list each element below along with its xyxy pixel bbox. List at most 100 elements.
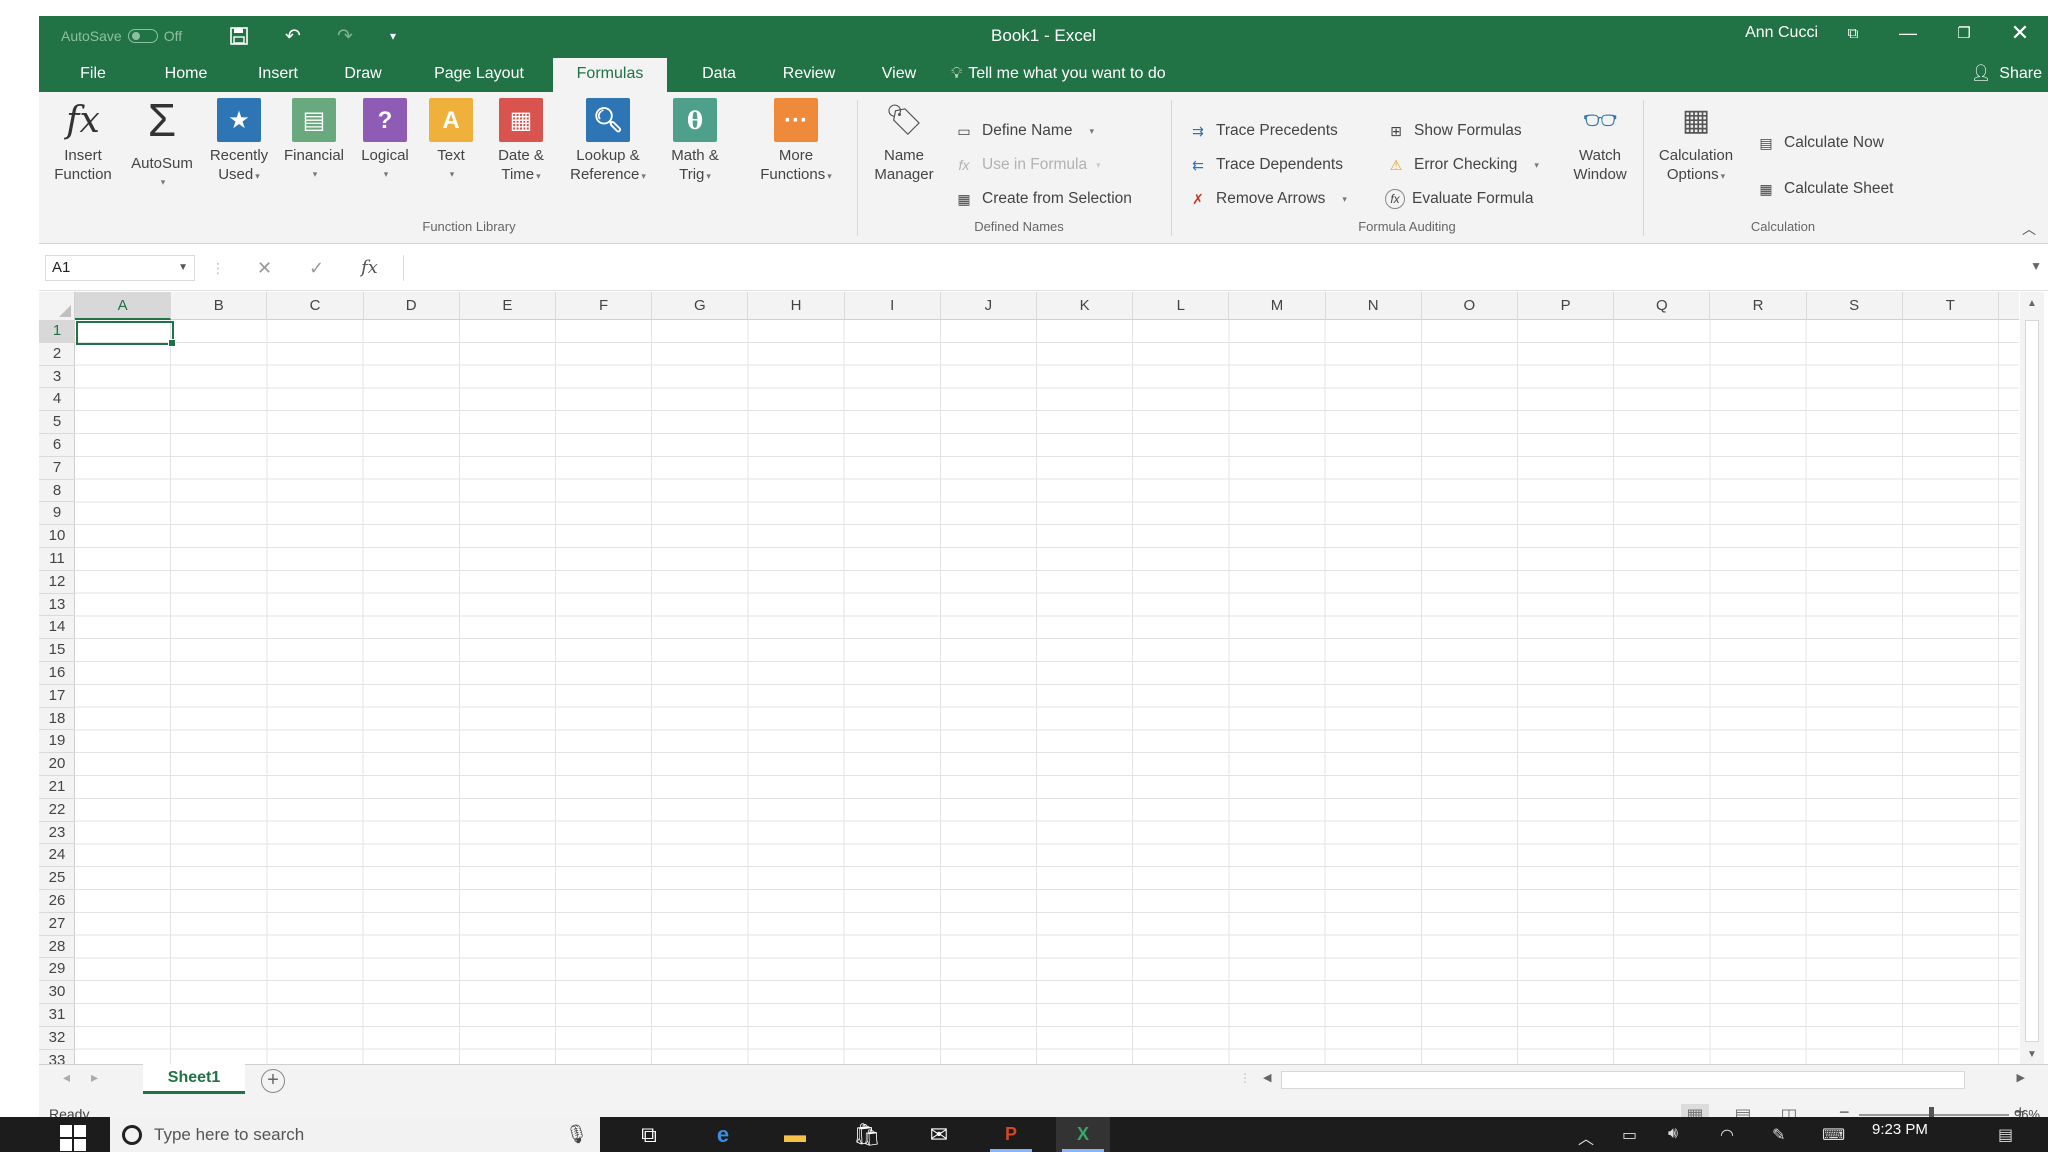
edge-icon[interactable]: e (696, 1117, 750, 1152)
column-header[interactable]: J (941, 292, 1037, 320)
column-header[interactable]: N (1326, 292, 1422, 320)
insert-function-fx-icon[interactable]: fx (361, 255, 378, 281)
scroll-down-icon[interactable]: ▼ (2020, 1049, 2044, 1060)
recently-used-button[interactable]: ★ Recently Used ▾ (201, 98, 277, 186)
autosum-button[interactable]: Σ AutoSum ▾ (123, 97, 201, 192)
trace-dependents-button[interactable]: ⇇ Trace Dependents (1187, 152, 1343, 178)
define-name-button[interactable]: ▭ Define Name ▾ (953, 118, 1094, 144)
row-header[interactable]: 2 (39, 343, 75, 366)
row-header[interactable]: 31 (39, 1004, 75, 1027)
column-header[interactable]: A (75, 292, 172, 320)
row-header[interactable]: 4 (39, 388, 75, 412)
wifi-icon[interactable]: ◠ (1720, 1125, 1734, 1145)
column-header[interactable]: O (1422, 292, 1518, 320)
row-header[interactable]: 14 (39, 616, 75, 640)
tell-me-search[interactable]: 💡︎ Tell me what you want to do (951, 56, 1166, 92)
row-header[interactable]: 12 (39, 571, 75, 594)
cells-area[interactable] (75, 320, 2019, 1064)
zoom-slider[interactable] (1859, 1107, 2009, 1123)
taskbar-clock[interactable]: 9:23 PM (1872, 1121, 1928, 1138)
row-header[interactable]: 1 (39, 320, 75, 343)
user-name[interactable]: Ann Cucci (1745, 16, 1818, 56)
horizontal-scroll-thumb[interactable] (1281, 1071, 1965, 1089)
calculation-options-button[interactable]: ▦ Calculation Options ▾ (1649, 98, 1743, 186)
calculate-sheet-button[interactable]: ▦ Calculate Sheet (1755, 176, 1893, 202)
name-manager-button[interactable]: 🏷︎ Name Manager (863, 98, 945, 184)
column-header[interactable]: E (460, 292, 556, 320)
tab-formulas[interactable]: Formulas (553, 58, 667, 92)
row-header[interactable]: 6 (39, 434, 75, 457)
ribbon-display-options-icon[interactable]: ⧉ (1825, 16, 1881, 50)
math-trig-button[interactable]: θ Math & Trig ▾ (657, 98, 733, 186)
create-from-selection-button[interactable]: ▦ Create from Selection (953, 186, 1132, 212)
logical-button[interactable]: ? Logical ▾ (353, 98, 417, 184)
lookup-reference-button[interactable]: 🔍︎ Lookup & Reference ▾ (559, 98, 657, 186)
powerpoint-icon[interactable]: P (984, 1117, 1038, 1152)
row-header[interactable]: 5 (39, 411, 75, 434)
tab-page-layout[interactable]: Page Layout (419, 56, 539, 92)
use-in-formula-button[interactable]: fx Use in Formula ▾ (953, 152, 1101, 178)
mail-icon[interactable]: ✉︎ (912, 1117, 966, 1152)
tab-home[interactable]: Home (151, 56, 221, 92)
column-header[interactable]: C (267, 292, 364, 320)
battery-icon[interactable]: ▭ (1622, 1125, 1637, 1145)
show-formulas-button[interactable]: ⊞ Show Formulas (1385, 118, 1522, 144)
row-header[interactable]: 28 (39, 936, 75, 959)
name-box[interactable]: A1 ▼ (45, 255, 195, 281)
column-header[interactable]: F (556, 292, 653, 320)
row-header[interactable]: 25 (39, 867, 75, 890)
remove-arrows-button[interactable]: ✗ Remove Arrows ▾ (1187, 186, 1347, 212)
column-header[interactable]: R (1710, 292, 1807, 320)
name-box-dropdown-icon[interactable]: ▼ (178, 256, 188, 280)
tab-data[interactable]: Data (689, 56, 749, 92)
row-header[interactable]: 27 (39, 913, 75, 936)
column-header[interactable]: M (1229, 292, 1326, 320)
restore-icon[interactable]: ❐ (1936, 16, 1992, 50)
formula-input[interactable] (403, 255, 2026, 281)
row-header[interactable]: 22 (39, 799, 75, 822)
row-header[interactable]: 30 (39, 981, 75, 1004)
column-header[interactable]: S (1807, 292, 1903, 320)
column-header[interactable]: G (652, 292, 749, 320)
tab-file[interactable]: File (69, 56, 117, 92)
file-explorer-icon[interactable]: ▬ (768, 1117, 822, 1152)
error-checking-button[interactable]: ⚠ Error Checking ▾ (1385, 152, 1539, 178)
keyboard-icon[interactable]: ⌨ (1822, 1125, 1845, 1145)
watch-window-button[interactable]: 👓︎ Watch Window (1565, 98, 1635, 184)
previous-sheet-icon[interactable]: ◂ (63, 1069, 70, 1086)
tab-view[interactable]: View (869, 56, 929, 92)
date-time-button[interactable]: ▦ Date & Time ▾ (485, 98, 557, 186)
windows-start-icon[interactable] (60, 1125, 86, 1151)
column-header[interactable]: H (748, 292, 845, 320)
tab-review[interactable]: Review (769, 56, 849, 92)
expand-formula-bar-icon[interactable]: ▼ (2030, 259, 2042, 273)
vertical-scroll-thumb[interactable] (2025, 320, 2039, 1042)
column-header[interactable]: T (1903, 292, 1999, 320)
row-header[interactable]: 7 (39, 457, 75, 480)
show-hidden-icons-icon[interactable]: ︿ (1578, 1125, 1594, 1149)
collapse-ribbon-icon[interactable]: ︿ (2022, 219, 2036, 239)
column-header[interactable]: L (1133, 292, 1230, 320)
cancel-entry-icon[interactable]: ✕ (257, 255, 272, 281)
active-cell[interactable] (76, 321, 176, 347)
scroll-right-icon[interactable]: ▶ (2017, 1071, 2025, 1084)
horizontal-scrollbar[interactable]: ◀ ▶ (1259, 1069, 2029, 1091)
volume-icon[interactable]: 🔊︎ (1668, 1125, 1678, 1143)
calculate-now-button[interactable]: ▤ Calculate Now (1755, 130, 1884, 156)
column-header[interactable]: P (1518, 292, 1615, 320)
row-header[interactable]: 17 (39, 685, 75, 708)
row-header[interactable]: 10 (39, 525, 75, 548)
tab-insert[interactable]: Insert (243, 56, 313, 92)
column-header[interactable]: K (1037, 292, 1134, 320)
trace-precedents-button[interactable]: ⇉ Trace Precedents (1187, 118, 1338, 144)
task-view-icon[interactable]: ⧉ (622, 1117, 676, 1152)
select-all-button[interactable] (39, 292, 75, 320)
excel-icon[interactable]: X (1056, 1117, 1110, 1152)
next-sheet-icon[interactable]: ▸ (91, 1069, 98, 1086)
tab-draw[interactable]: Draw (333, 56, 393, 92)
minimize-icon[interactable]: — (1880, 16, 1936, 50)
pen-icon[interactable]: ✎ (1772, 1125, 1785, 1145)
text-button[interactable]: A Text ▾ (421, 98, 481, 184)
row-header[interactable]: 18 (39, 708, 75, 731)
taskbar-search-box[interactable]: Type here to search 🎙︎ (110, 1117, 600, 1152)
